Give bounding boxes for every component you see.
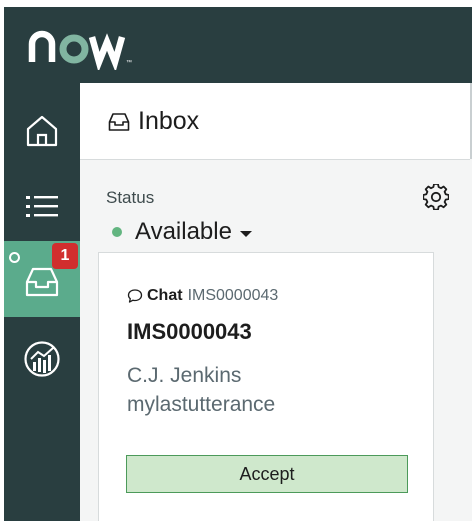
rail-item-reports[interactable] xyxy=(4,321,80,397)
now-logo: ™ xyxy=(28,30,132,70)
rail-item-home[interactable] xyxy=(4,93,80,169)
rail-item-list[interactable] xyxy=(4,169,80,245)
customer-name: C.J. Jenkins xyxy=(127,364,242,387)
home-icon xyxy=(26,115,58,147)
chevron-down-icon xyxy=(239,231,252,237)
gear-icon[interactable] xyxy=(423,184,449,210)
panel-title: Inbox xyxy=(138,107,200,135)
rail-item-inbox[interactable]: 1 xyxy=(4,241,80,317)
status-value: Available xyxy=(135,218,232,245)
list-icon xyxy=(26,196,58,217)
last-message: mylastutterance xyxy=(127,393,276,416)
app-frame: ™ 1 Inbox Status Available Chat IMS00000… xyxy=(4,7,472,521)
chart-icon xyxy=(24,341,60,377)
card-type-row: Chat IMS0000043 xyxy=(127,287,278,305)
interaction-id-small: IMS0000043 xyxy=(187,287,279,304)
panel-divider xyxy=(470,83,472,159)
left-navigation-rail: 1 xyxy=(4,83,80,521)
top-header: ™ xyxy=(4,7,472,83)
inbox-panel-header: Inbox xyxy=(80,83,470,160)
available-indicator xyxy=(112,227,122,237)
interaction-number: IMS0000043 xyxy=(127,319,252,344)
status-label: Status xyxy=(106,188,155,207)
svg-text:™: ™ xyxy=(126,59,132,66)
presence-indicator xyxy=(9,252,20,263)
interaction-card[interactable]: Chat IMS0000043 IMS0000043 C.J. Jenkins … xyxy=(98,252,434,521)
inbox-icon xyxy=(108,113,130,131)
inbox-tray-icon xyxy=(25,267,59,297)
notification-badge: 1 xyxy=(52,243,78,269)
status-dropdown[interactable]: Available xyxy=(112,218,252,246)
chat-bubble-icon xyxy=(127,289,143,303)
accept-button[interactable]: Accept xyxy=(126,455,408,493)
interaction-type: Chat xyxy=(147,287,183,304)
